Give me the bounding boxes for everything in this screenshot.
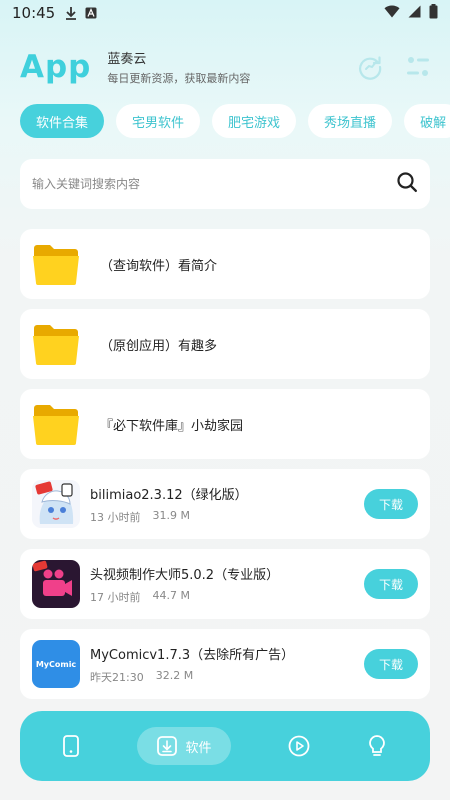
bottom-nav: 软件: [20, 711, 430, 781]
folder-item[interactable]: （原创应用）有趣多: [20, 309, 430, 379]
tab-live-streaming[interactable]: 秀场直播: [308, 104, 393, 138]
mycomic-app-icon: MyComic: [32, 640, 80, 688]
app-title: MyComicv1.7.3（去除所有广告）: [90, 647, 295, 663]
folder-icon: [32, 400, 80, 448]
lightbulb-icon: [369, 735, 386, 756]
app-title: bilimiao2.3.12（绿化版）: [90, 487, 248, 503]
mycomic-icon-text: MyComic: [35, 659, 77, 669]
bilimiao-app-icon: [32, 480, 80, 528]
nav-software[interactable]: 软件: [137, 727, 232, 765]
search-input[interactable]: [32, 177, 396, 191]
app-subtitle: 每日更新资源，获取最新内容: [107, 72, 251, 85]
app-item[interactable]: MyComic MyComicv1.7.3（去除所有广告） 昨天21:30 32…: [20, 629, 430, 699]
app-stats: 13 小时前 31.9 M: [90, 509, 364, 525]
folder-item[interactable]: 『必下软件庫』小劫家园: [20, 389, 430, 459]
phone-icon: [63, 735, 80, 757]
app-time: 17 小时前: [90, 590, 141, 604]
folder-icon: [32, 240, 80, 288]
notification-a-icon: [85, 7, 97, 19]
app-size: 32.2 M: [155, 668, 194, 682]
tab-otaku-games[interactable]: 肥宅游戏: [212, 104, 297, 138]
nav-ideas[interactable]: [367, 727, 387, 765]
content-list: （查询软件）看简介 （原创应用）有趣多 『必下软件庫』小劫家园 bilimiao…: [20, 229, 430, 709]
refresh-button[interactable]: [356, 53, 384, 81]
search-icon[interactable]: [396, 171, 418, 197]
download-button[interactable]: 下载: [364, 649, 418, 679]
play-circle-icon: [289, 735, 310, 757]
app-item[interactable]: 头视频制作大师5.0.2（专业版） 17 小时前 44.7 M 下载: [20, 549, 430, 619]
tab-software-collection[interactable]: 软件合集: [20, 104, 105, 138]
download-box-icon: [157, 736, 178, 756]
app-title: 头视频制作大师5.0.2（专业版）: [90, 567, 280, 583]
app-meta: bilimiao2.3.12（绿化版） 13 小时前 31.9 M: [90, 484, 364, 525]
folder-icon: [32, 320, 80, 368]
folder-title: （查询软件）看简介: [100, 258, 218, 274]
app-header: App 蓝奏云 每日更新资源，获取最新内容: [20, 42, 432, 92]
wifi-icon: [384, 5, 400, 22]
app-meta: 头视频制作大师5.0.2（专业版） 17 小时前 44.7 M: [90, 564, 364, 605]
app-name: 蓝奏云: [107, 52, 147, 67]
battery-icon: [429, 3, 438, 23]
app-logo: App: [20, 49, 92, 85]
app-time: 13 小时前: [90, 510, 141, 524]
tab-cracked[interactable]: 破解: [404, 104, 450, 138]
nav-software-label: 软件: [185, 740, 212, 756]
download-button[interactable]: 下载: [364, 569, 418, 599]
signal-icon: [408, 5, 421, 22]
status-bar: 10:45: [0, 0, 450, 26]
filter-settings-button[interactable]: [404, 53, 432, 81]
folder-title: （原创应用）有趣多: [100, 338, 218, 354]
app-info: 蓝奏云 每日更新资源，获取最新内容: [107, 48, 250, 86]
tab-otaku-software[interactable]: 宅男软件: [116, 104, 201, 138]
app-size: 31.9 M: [152, 508, 190, 522]
app-meta: MyComicv1.7.3（去除所有广告） 昨天21:30 32.2 M: [90, 644, 364, 685]
filter-settings-icon: [407, 57, 429, 76]
search-bar: [20, 159, 430, 209]
nav-device[interactable]: [62, 727, 80, 765]
refresh-icon: [359, 56, 382, 80]
download-button[interactable]: 下载: [364, 489, 418, 519]
app-item[interactable]: bilimiao2.3.12（绿化版） 13 小时前 31.9 M 下载: [20, 469, 430, 539]
app-size: 44.7 M: [152, 588, 190, 602]
app-time: 昨天21:30: [90, 670, 144, 684]
status-time: 10:45: [12, 4, 56, 22]
download-icon: [65, 6, 77, 20]
nav-video[interactable]: [288, 727, 310, 765]
header-actions: [356, 53, 432, 81]
video-maker-app-icon: [32, 560, 80, 608]
category-tabs: 软件合集 宅男软件 肥宅游戏 秀场直播 破解: [20, 104, 450, 140]
app-stats: 17 小时前 44.7 M: [90, 589, 364, 605]
folder-title: 『必下软件庫』小劫家园: [100, 418, 244, 434]
app-stats: 昨天21:30 32.2 M: [90, 669, 364, 685]
folder-item[interactable]: （查询软件）看简介: [20, 229, 430, 299]
